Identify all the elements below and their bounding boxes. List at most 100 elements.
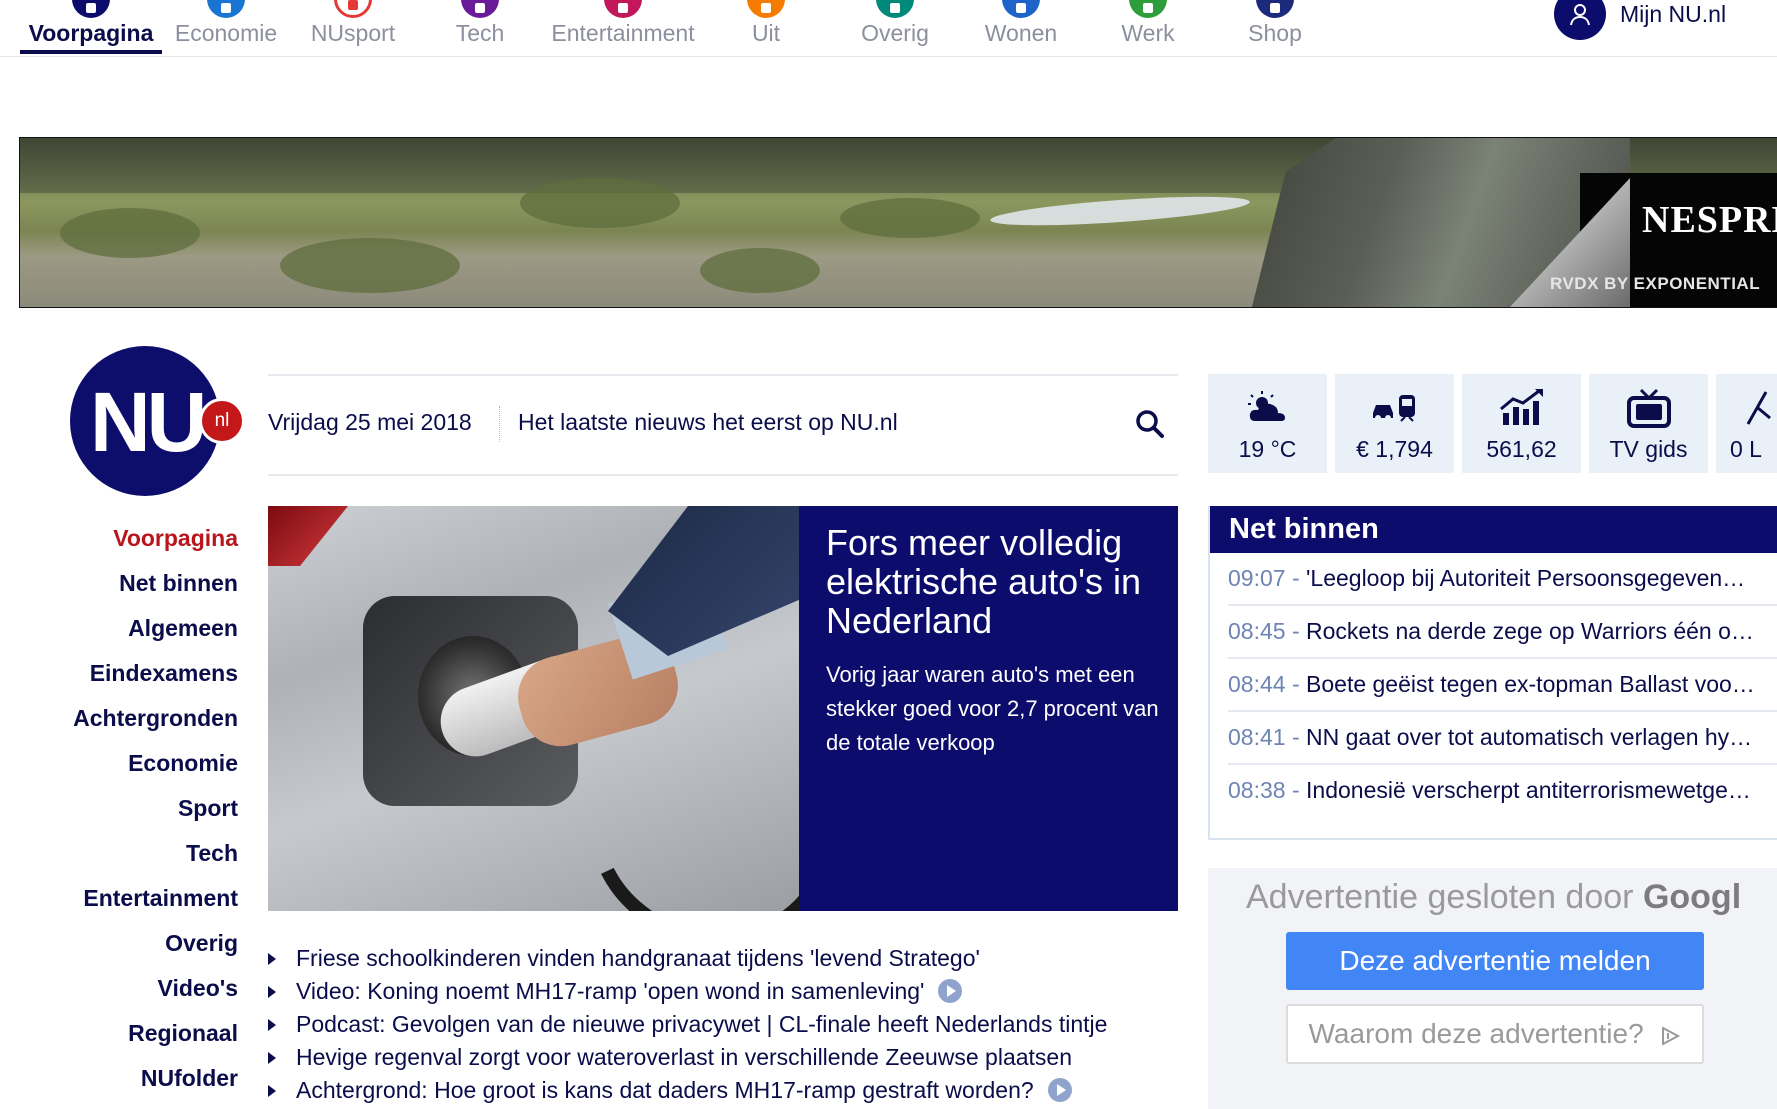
traffic-widget[interactable]: € 1,794 (1335, 374, 1454, 473)
news-title: Indonesië verscherpt antiterrorismewetge… (1306, 777, 1751, 803)
site-slogan: Het laatste nieuws het eerst op NU.nl (518, 409, 898, 435)
news-time: 08:45 (1228, 618, 1286, 644)
sidenav-sport[interactable]: Sport (40, 790, 238, 835)
lottery-value: 0 L (1730, 436, 1762, 462)
nav-item-voorpagina[interactable]: Voorpagina (20, 0, 162, 56)
banner-bush (280, 238, 460, 293)
sidenav-tech[interactable]: Tech (40, 835, 238, 880)
nav-item-shop[interactable]: Shop (1225, 0, 1325, 56)
why-this-ad-label: Waarom deze advertentie? (1308, 1018, 1644, 1049)
caret-right-icon (268, 1052, 276, 1064)
nu-logo[interactable]: NU nl (70, 346, 245, 496)
nav-item-overig[interactable]: Overig (845, 0, 945, 56)
latest-news-item[interactable]: 09:07 - 'Leegloop bij Autoriteit Persoon… (1228, 553, 1777, 606)
hero-title[interactable]: Fors meer volledig elektrische auto's in… (826, 523, 1166, 640)
sidenav-algemeen[interactable]: Algemeen (40, 610, 238, 655)
ad-closed-text: Advertentie gesloten door (1246, 878, 1634, 916)
home-icon (72, 0, 110, 18)
account-label: Mijn NU.nl (1620, 0, 1727, 27)
why-this-ad-button[interactable]: Waarom deze advertentie? (1286, 1004, 1704, 1064)
play-icon (938, 978, 963, 1003)
headline-item[interactable]: Video: Koning noemt MH17-ramp 'open wond… (268, 975, 1178, 1008)
banner-creek (989, 190, 1251, 232)
headline-item[interactable]: Hevige regenval zorgt voor wateroverlast… (268, 1041, 1178, 1074)
headline-item[interactable]: Achtergrond: Hoe groot is kans dat dader… (268, 1074, 1178, 1107)
weather-widget[interactable]: 19 °C (1208, 374, 1327, 473)
news-time: 09:07 (1228, 565, 1286, 591)
nav-item-economie[interactable]: Economie (170, 0, 282, 56)
news-title: 'Leegloop bij Autoriteit Persoonsgegeven… (1306, 565, 1746, 591)
nav-label: Wonen (984, 20, 1058, 46)
sidenav-regionaal[interactable]: Regionaal (40, 1015, 238, 1060)
uit-icon (747, 0, 785, 18)
headline-text: Hevige regenval zorgt voor wateroverlast… (296, 1044, 1073, 1070)
sidenav-eindexamens[interactable]: Eindexamens (40, 655, 238, 700)
sidenav-nufolder[interactable]: NUfolder (40, 1060, 238, 1105)
sidenav-net-binnen[interactable]: Net binnen (40, 565, 238, 610)
banner-brand: NESPRESS (1642, 199, 1777, 241)
house-icon (1002, 0, 1040, 18)
latest-news-panel: Net binnen 09:07 - 'Leegloop bij Autorit… (1208, 506, 1777, 840)
search-icon[interactable] (1132, 406, 1168, 442)
report-ad-button[interactable]: Deze advertentie melden (1286, 932, 1704, 990)
caret-right-icon (268, 986, 276, 998)
hero-article[interactable]: Fors meer volledig elektrische auto's in… (268, 506, 1178, 911)
news-title: Rockets na derde zege op Warriors één o… (1306, 618, 1754, 644)
logo-badge: nl (199, 398, 245, 444)
closed-ad-panel: Advertentie gesloten door Googl Deze adv… (1208, 868, 1777, 1109)
ad-closed-message: Advertentie gesloten door Googl (1246, 878, 1741, 917)
latest-news-item[interactable]: 08:38 - Indonesië verscherpt antiterrori… (1228, 765, 1777, 816)
stocks-widget[interactable]: 561,62 (1462, 374, 1581, 473)
nav-item-tech[interactable]: Tech (430, 0, 530, 56)
nav-label: Overig (861, 20, 929, 46)
headline-item[interactable]: Friese schoolkinderen vinden handgranaat… (268, 942, 1178, 975)
ad-banner[interactable]: NESPRESS RVDX BY EXPONENTIAL (19, 137, 1777, 308)
hero-text-panel: Fors meer volledig elektrische auto's in… (799, 506, 1178, 911)
nav-item-werk[interactable]: Werk (1100, 0, 1196, 56)
sidenav-economie[interactable]: Economie (40, 745, 238, 790)
headline-text: Video: Koning noemt MH17-ramp 'open wond… (296, 978, 925, 1004)
latest-news-item[interactable]: 08:44 - Boete geëist tegen ex-topman Bal… (1228, 659, 1777, 712)
tech-icon (461, 0, 499, 18)
nav-item-nusport[interactable]: NUsport (300, 0, 406, 56)
sidenav-videos[interactable]: Video's (40, 970, 238, 1015)
sidenav-entertainment[interactable]: Entertainment (40, 880, 238, 925)
caret-right-icon (268, 953, 276, 965)
latest-news-item[interactable]: 08:45 - Rockets na derde zege op Warrior… (1228, 606, 1777, 659)
sidenav-achtergronden[interactable]: Achtergronden (40, 700, 238, 745)
headline-item[interactable]: Podcast: Gevolgen van de nieuwe privacyw… (268, 1008, 1178, 1041)
headline-text: Podcast: Gevolgen van de nieuwe privacyw… (296, 1011, 1108, 1037)
lottery-widget[interactable]: 0 L (1716, 374, 1777, 473)
tv-widget[interactable]: TV gids (1589, 374, 1708, 473)
latest-news-title: Net binnen (1210, 506, 1777, 553)
latest-news-item[interactable]: 08:41 - NN gaat over tot automatisch ver… (1228, 712, 1777, 765)
headline-text: Friese schoolkinderen vinden handgranaat… (296, 945, 980, 971)
stocks-icon (1462, 388, 1581, 428)
nav-label: Shop (1248, 20, 1302, 46)
news-time: 08:44 (1228, 671, 1286, 697)
headline-list: Friese schoolkinderen vinden handgranaat… (268, 942, 1178, 1107)
sidenav-voorpagina[interactable]: Voorpagina (40, 520, 238, 565)
news-time: 08:41 (1228, 724, 1286, 750)
weather-icon (1208, 388, 1327, 428)
logo-text: NU (90, 375, 207, 469)
caret-right-icon (268, 1085, 276, 1097)
nav-item-entertainment[interactable]: Entertainment (548, 0, 698, 56)
banner-bush (60, 208, 200, 258)
banner-bush (700, 248, 820, 293)
entertainment-icon (604, 0, 642, 18)
nav-label: Uit (751, 20, 781, 46)
top-navigation: Voorpagina Economie NUsport Tech Enterta… (0, 0, 1777, 57)
nav-item-wonen[interactable]: Wonen (970, 0, 1072, 56)
economy-icon (207, 0, 245, 18)
current-date: Vrijdag 25 mei 2018 (268, 409, 472, 435)
date-bar: Vrijdag 25 mei 2018 Het laatste nieuws h… (268, 374, 1178, 476)
nav-item-uit[interactable]: Uit (720, 0, 812, 56)
tv-icon (1589, 388, 1708, 428)
account-link[interactable]: Mijn NU.nl (1554, 0, 1726, 40)
banner-bush (840, 198, 980, 238)
briefcase-icon (1129, 0, 1167, 18)
nav-label: Economie (174, 20, 278, 46)
news-title: NN gaat over tot automatisch verlagen hy… (1306, 724, 1753, 750)
sidenav-overig[interactable]: Overig (40, 925, 238, 970)
